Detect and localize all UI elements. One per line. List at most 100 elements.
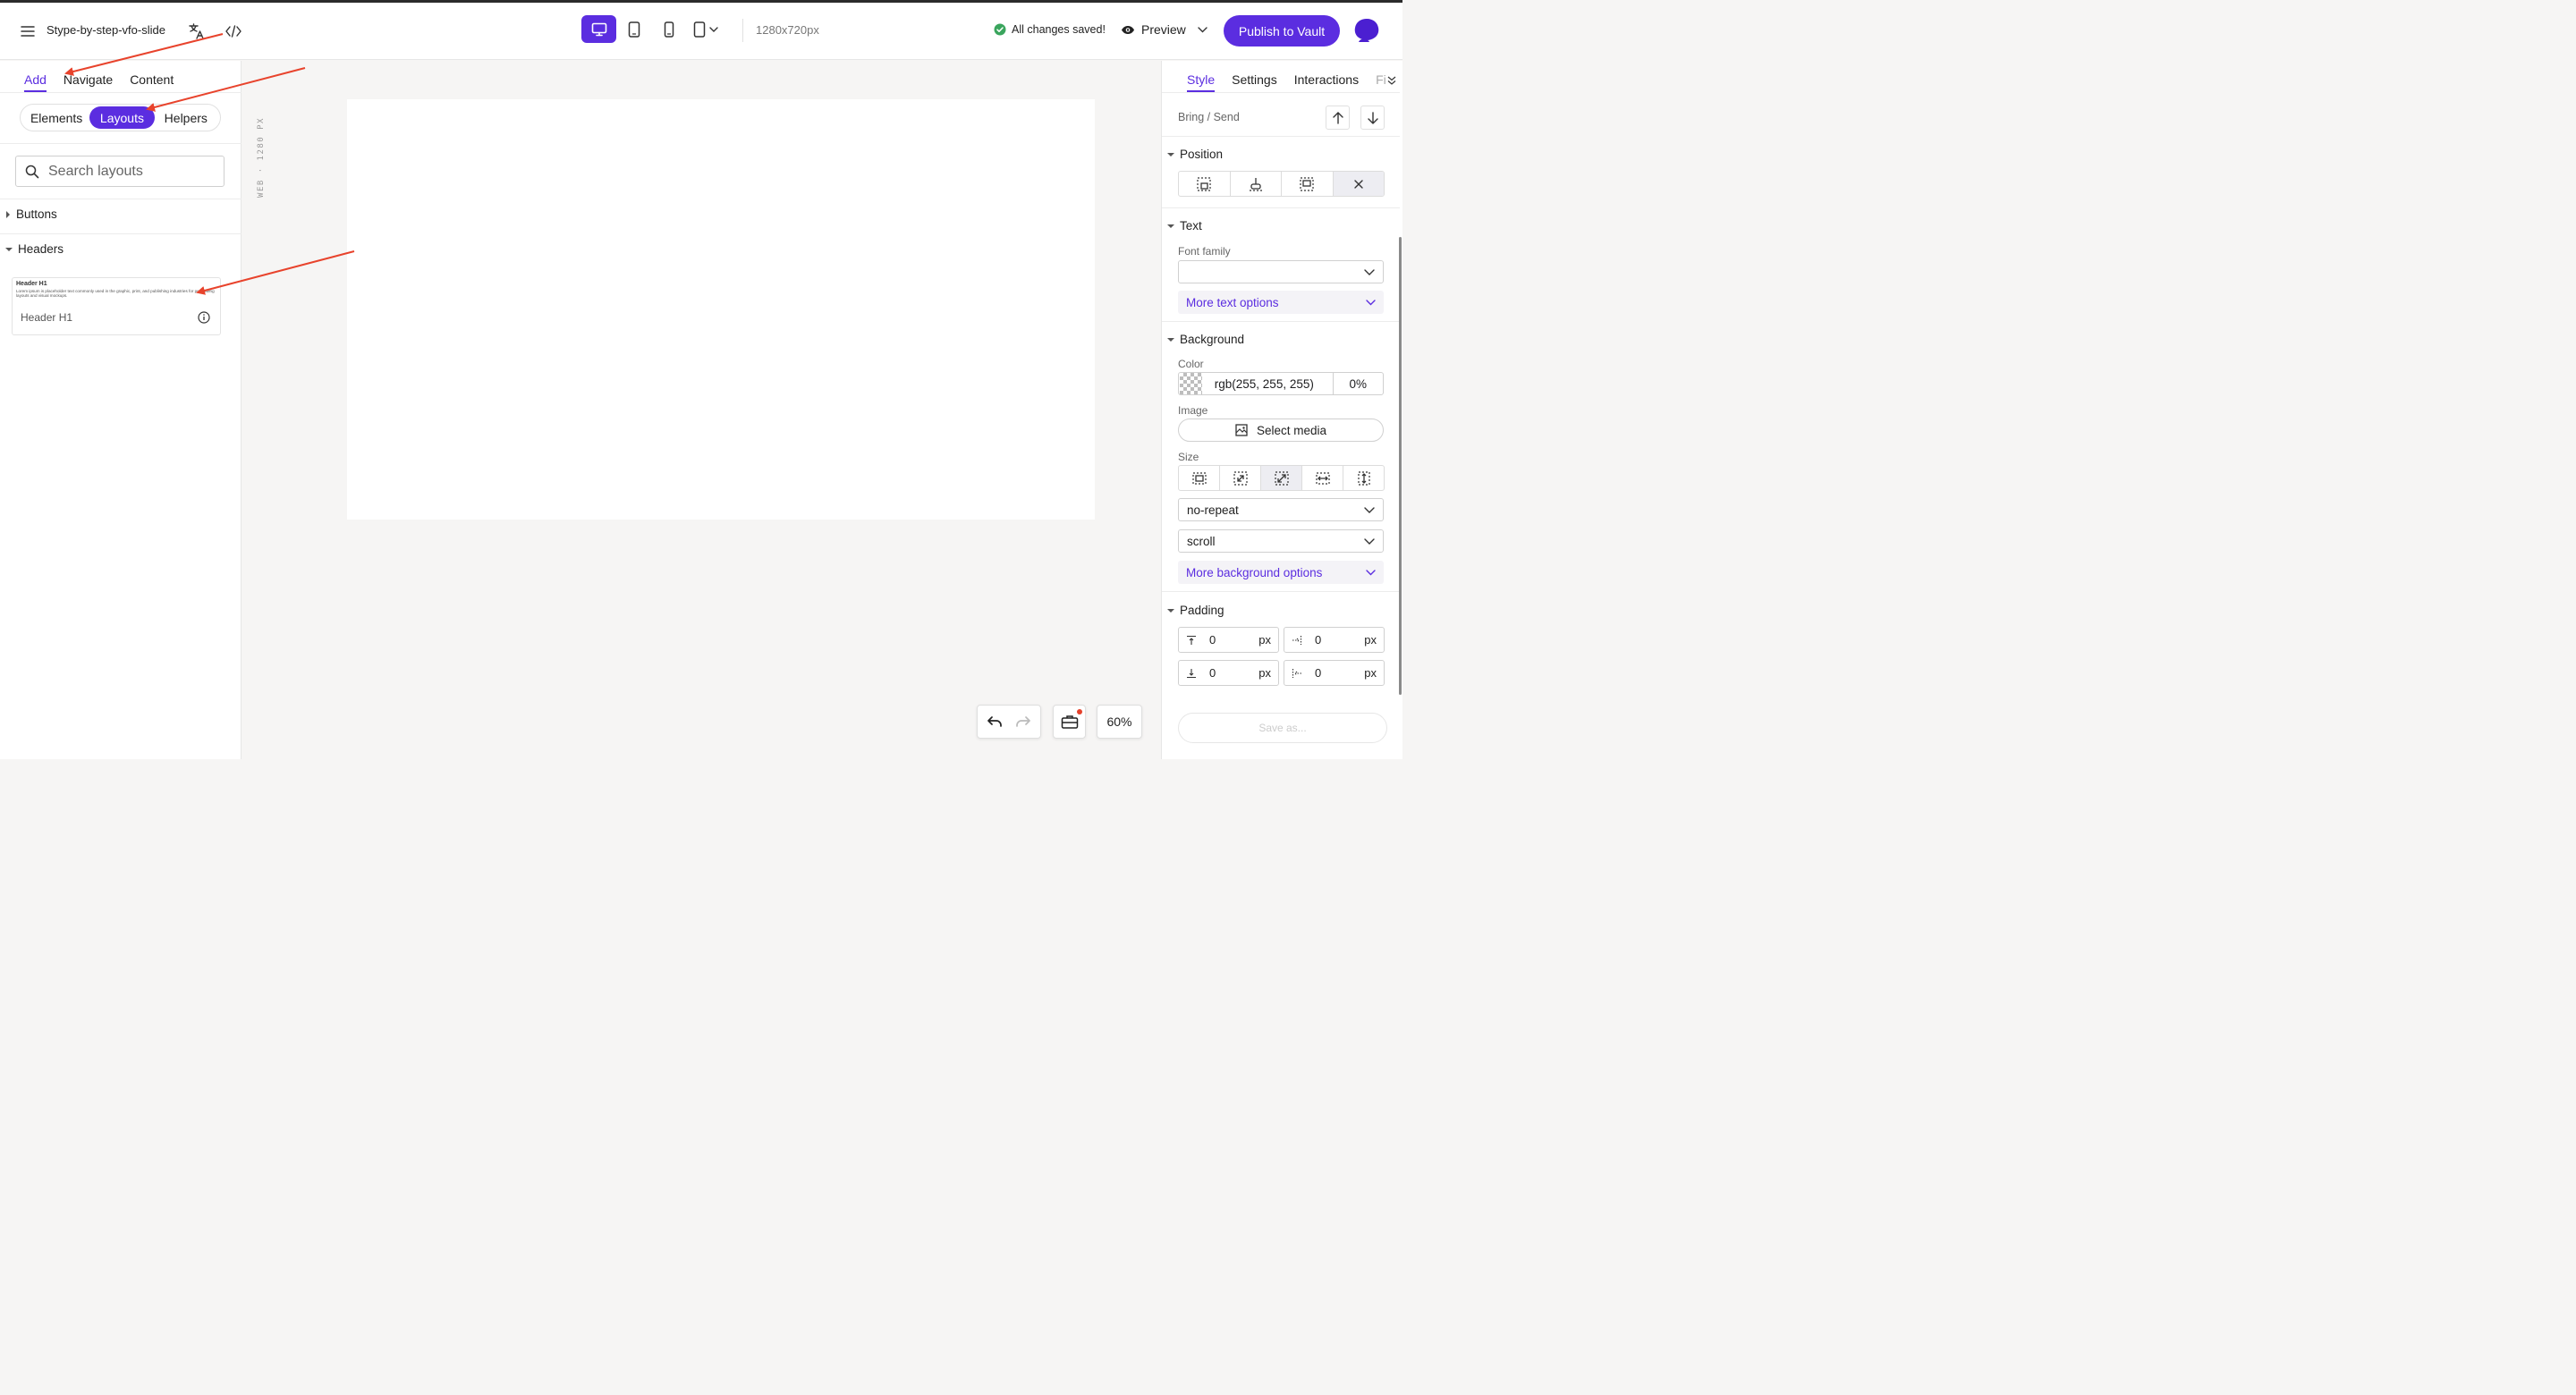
tab-settings[interactable]: Settings bbox=[1232, 72, 1277, 92]
size-height-icon bbox=[1357, 470, 1370, 486]
padding-bottom-field[interactable]: 0 px bbox=[1178, 660, 1279, 686]
artboard[interactable] bbox=[347, 99, 1095, 520]
notification-dot-icon bbox=[1077, 709, 1082, 714]
top-bar: Stype-by-step-vfo-slide 1280x720px All c… bbox=[0, 3, 1402, 60]
left-tabs: Add Navigate Content bbox=[24, 72, 174, 92]
caret-down-icon bbox=[1167, 337, 1174, 342]
save-as-button[interactable]: Save as... bbox=[1178, 713, 1387, 743]
divider bbox=[1162, 136, 1400, 137]
desktop-view-button[interactable] bbox=[581, 15, 616, 43]
tab-add[interactable]: Add bbox=[24, 72, 47, 92]
size-contain-button[interactable] bbox=[1220, 466, 1261, 490]
padding-right-field[interactable]: 0 px bbox=[1284, 627, 1385, 653]
divider bbox=[0, 92, 242, 93]
padding-bottom-unit: px bbox=[1258, 666, 1271, 680]
card-preview-heading: Header H1 bbox=[16, 281, 47, 287]
send-backward-button[interactable] bbox=[1360, 106, 1385, 130]
tab-navigate[interactable]: Navigate bbox=[64, 72, 113, 92]
divider bbox=[1162, 591, 1400, 592]
padding-top-field[interactable]: 0 px bbox=[1178, 627, 1279, 653]
right-panel-scrollbar[interactable] bbox=[1399, 237, 1402, 695]
background-repeat-select[interactable]: no-repeat bbox=[1178, 498, 1384, 521]
select-media-button[interactable]: Select media bbox=[1178, 418, 1384, 442]
code-icon[interactable] bbox=[225, 21, 242, 41]
caret-right-icon bbox=[6, 210, 10, 218]
tabs-overflow-icon[interactable] bbox=[1387, 76, 1396, 85]
section-position[interactable]: Position bbox=[1167, 148, 1223, 161]
position-fixed-button[interactable] bbox=[1282, 172, 1334, 196]
position-relative-button[interactable] bbox=[1179, 172, 1231, 196]
padding-left-field[interactable]: 0 px bbox=[1284, 660, 1385, 686]
color-label: Color bbox=[1178, 358, 1204, 370]
save-status-text: All changes saved! bbox=[1012, 23, 1106, 36]
section-padding[interactable]: Padding bbox=[1167, 604, 1224, 617]
chevron-down-icon bbox=[1364, 506, 1375, 513]
preview-button[interactable]: Preview bbox=[1121, 22, 1208, 37]
tab-interactions[interactable]: Interactions bbox=[1294, 72, 1359, 92]
position-none-button[interactable] bbox=[1333, 172, 1384, 196]
padding-right-icon bbox=[1292, 635, 1302, 645]
layout-card-header-h1[interactable]: Header H1 Lorem ipsum is placeholder tex… bbox=[12, 277, 221, 335]
color-swatch[interactable] bbox=[1180, 373, 1202, 394]
close-icon bbox=[1354, 179, 1363, 189]
bring-forward-button[interactable] bbox=[1326, 106, 1350, 130]
color-alpha[interactable]: 0% bbox=[1334, 377, 1383, 391]
section-background[interactable]: Background bbox=[1167, 333, 1244, 346]
toolbox-button[interactable] bbox=[1053, 705, 1086, 739]
chevron-down-icon bbox=[1366, 299, 1376, 305]
padding-right-value: 0 bbox=[1315, 633, 1322, 647]
desktop-icon bbox=[591, 22, 606, 36]
section-text[interactable]: Text bbox=[1167, 219, 1202, 232]
history-controls bbox=[977, 705, 1041, 739]
undo-button[interactable] bbox=[987, 716, 1003, 727]
size-auto-button[interactable] bbox=[1179, 466, 1220, 490]
translate-icon[interactable] bbox=[187, 21, 207, 41]
divider bbox=[0, 143, 242, 144]
padding-left-icon bbox=[1292, 668, 1301, 678]
padding-left-unit: px bbox=[1364, 666, 1377, 680]
size-height-button[interactable] bbox=[1343, 466, 1384, 490]
background-color-field: rgb(255, 255, 255) 0% bbox=[1178, 372, 1384, 395]
tab-style[interactable]: Style bbox=[1187, 72, 1216, 92]
tablet-view-button[interactable] bbox=[616, 15, 651, 43]
publish-button[interactable]: Publish to Vault bbox=[1224, 15, 1340, 46]
divider bbox=[1162, 207, 1400, 208]
color-value[interactable]: rgb(255, 255, 255) bbox=[1215, 377, 1333, 391]
more-background-options[interactable]: More background options bbox=[1178, 561, 1384, 584]
phone-icon bbox=[664, 21, 674, 38]
segment-elements[interactable]: Elements bbox=[23, 106, 89, 129]
padding-left-value: 0 bbox=[1315, 666, 1322, 680]
size-width-button[interactable] bbox=[1302, 466, 1343, 490]
zoom-control[interactable]: 60% bbox=[1097, 705, 1142, 739]
tab-content[interactable]: Content bbox=[130, 72, 174, 92]
size-cover-button[interactable] bbox=[1261, 466, 1302, 490]
save-status: All changes saved! bbox=[994, 23, 1106, 36]
info-icon[interactable] bbox=[198, 311, 210, 324]
user-avatar[interactable] bbox=[1353, 18, 1380, 43]
divider bbox=[742, 19, 743, 42]
section-headers[interactable]: Headers bbox=[5, 242, 64, 256]
tab-files[interactable]: Fi bbox=[1376, 72, 1386, 92]
segment-layouts[interactable]: Layouts bbox=[89, 106, 155, 129]
font-family-select[interactable] bbox=[1178, 260, 1384, 283]
redo-button[interactable] bbox=[1015, 716, 1030, 727]
bring-send-label: Bring / Send bbox=[1178, 111, 1240, 123]
search-input[interactable] bbox=[48, 163, 209, 180]
redo-icon bbox=[1016, 716, 1030, 727]
chevron-down-icon bbox=[1364, 537, 1375, 545]
segment-helpers[interactable]: Helpers bbox=[155, 106, 217, 129]
section-buttons[interactable]: Buttons bbox=[5, 207, 57, 221]
project-title[interactable]: Stype-by-step-vfo-slide bbox=[47, 23, 165, 37]
padding-top-unit: px bbox=[1258, 633, 1271, 647]
custom-device-dropdown[interactable] bbox=[686, 15, 725, 43]
background-attachment-select[interactable]: scroll bbox=[1178, 529, 1384, 553]
mobile-view-button[interactable] bbox=[651, 15, 686, 43]
position-absolute-button[interactable] bbox=[1231, 172, 1282, 196]
menu-icon[interactable] bbox=[18, 22, 38, 40]
caret-down-icon bbox=[5, 247, 13, 251]
undo-icon bbox=[987, 716, 1002, 727]
toolbox-icon bbox=[1061, 715, 1078, 729]
add-segment-control: Elements Layouts Helpers bbox=[20, 104, 221, 131]
more-text-options[interactable]: More text options bbox=[1178, 291, 1384, 314]
right-tabs: Style Settings Interactions Fi bbox=[1187, 72, 1386, 92]
